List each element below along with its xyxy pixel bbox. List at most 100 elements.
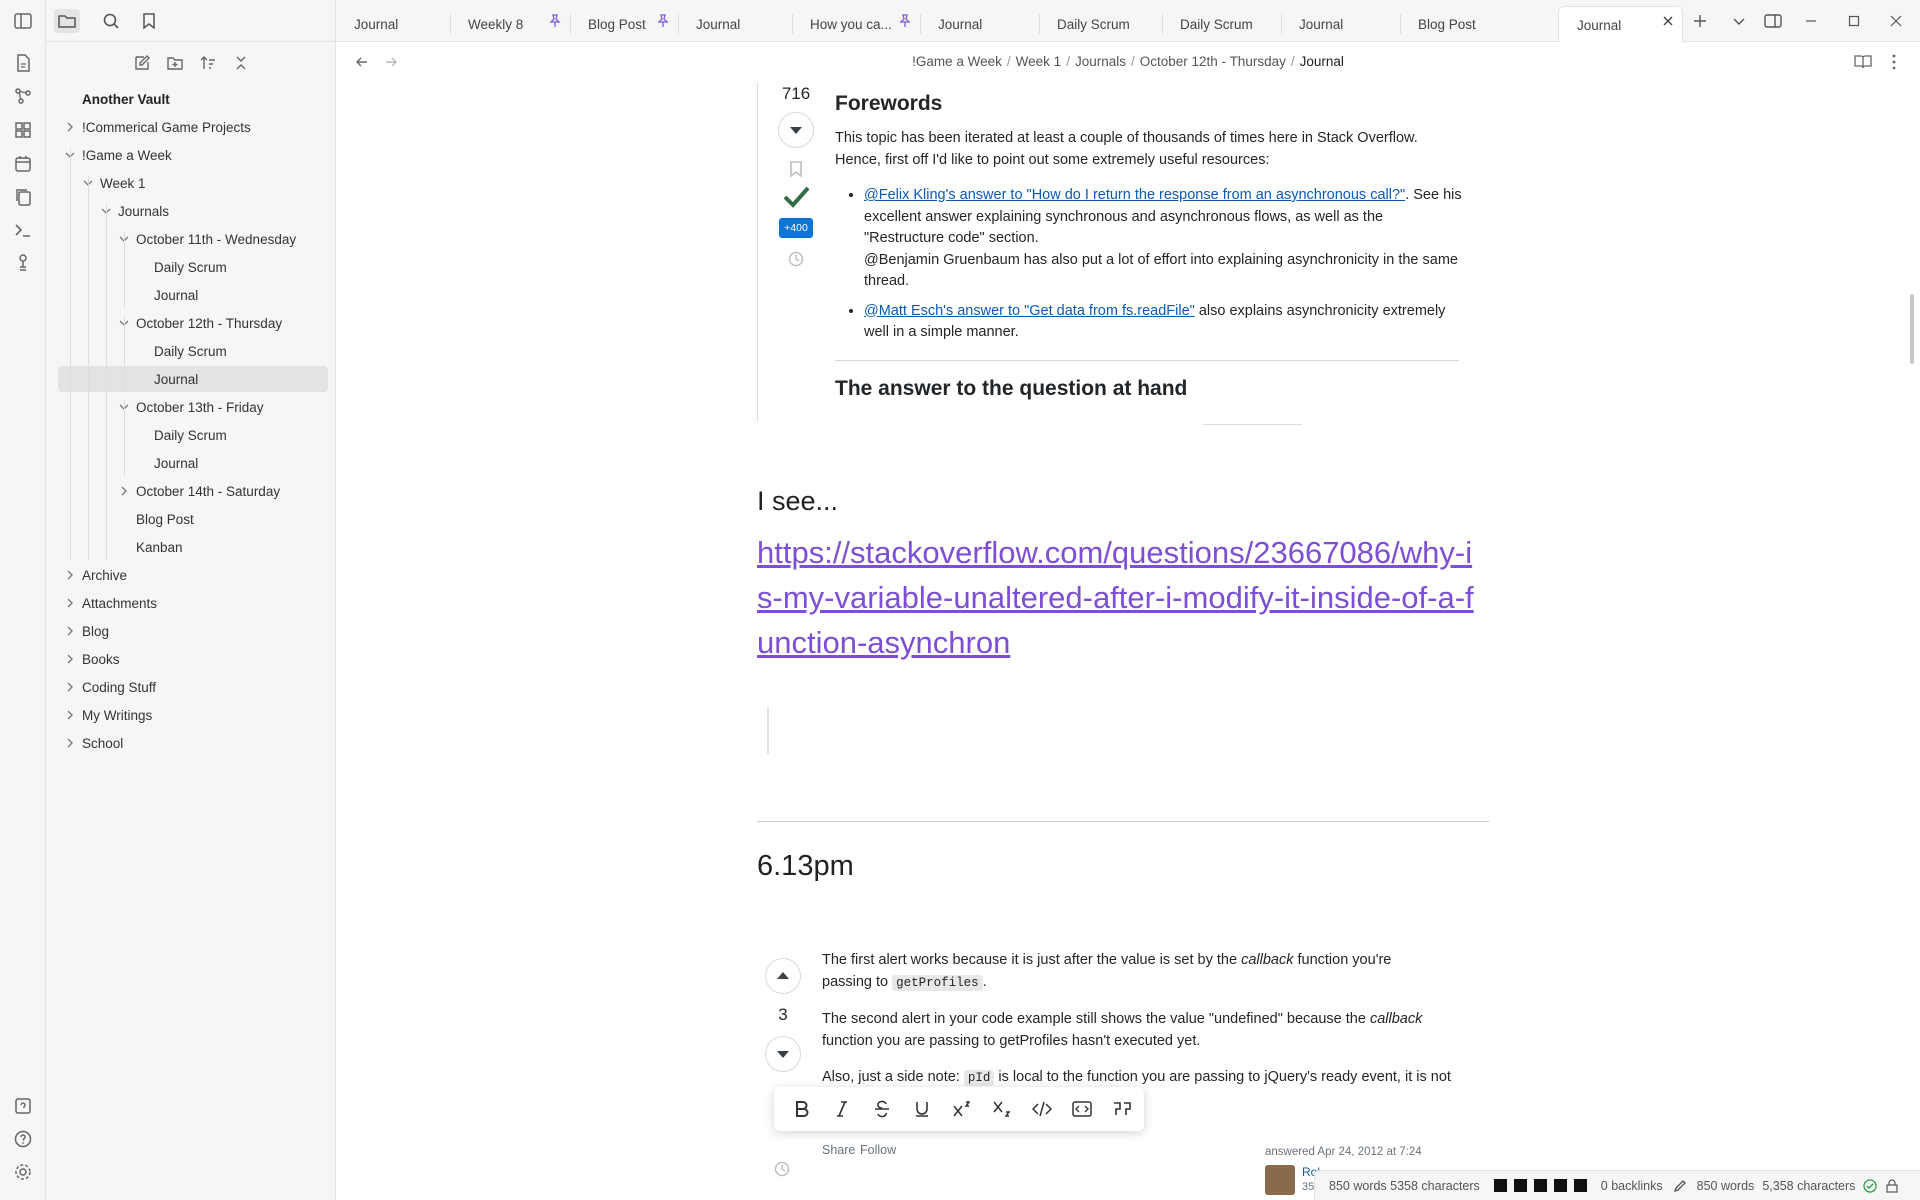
help-icon[interactable] bbox=[12, 1128, 34, 1150]
code-icon[interactable] bbox=[1022, 1091, 1062, 1127]
tree-item[interactable]: Daily Scrum bbox=[154, 422, 227, 448]
tree-item[interactable]: Books bbox=[82, 646, 120, 672]
tree-item[interactable]: Attachments bbox=[82, 590, 157, 616]
tab[interactable]: Blog Post bbox=[1400, 6, 1520, 42]
tree-item[interactable]: Daily Scrum bbox=[154, 338, 227, 364]
avatar[interactable] bbox=[1265, 1165, 1295, 1195]
terminal-icon[interactable] bbox=[12, 219, 34, 241]
calendar-icon[interactable] bbox=[12, 153, 34, 175]
chevron-right-icon[interactable] bbox=[64, 653, 76, 665]
collapse-all-icon[interactable] bbox=[229, 51, 253, 75]
pin-icon[interactable] bbox=[898, 14, 912, 28]
chevron-right-icon[interactable] bbox=[64, 709, 76, 721]
window-close-icon[interactable] bbox=[1886, 11, 1906, 31]
editor-content[interactable]: 716 +400 Forewords This topic has been i… bbox=[336, 82, 1920, 1200]
downvote-icon[interactable] bbox=[765, 1036, 801, 1072]
tree-item[interactable]: October 12th - Thursday bbox=[136, 310, 282, 336]
downvote-icon[interactable] bbox=[778, 112, 814, 148]
graph-icon[interactable] bbox=[12, 85, 34, 107]
lock-icon[interactable] bbox=[1885, 1178, 1899, 1193]
follow-link[interactable]: Follow bbox=[860, 1143, 896, 1157]
right-sidebar-toggle-icon[interactable] bbox=[1763, 11, 1783, 31]
sync-check-icon[interactable] bbox=[1863, 1178, 1878, 1193]
new-note-icon[interactable] bbox=[130, 51, 154, 75]
chevron-right-icon[interactable] bbox=[64, 625, 76, 637]
tree-item[interactable]: Archive bbox=[82, 562, 127, 588]
tree-item[interactable]: October 13th - Friday bbox=[136, 394, 264, 420]
vault-switch-icon[interactable] bbox=[12, 1095, 34, 1117]
pencil-icon[interactable] bbox=[1673, 1179, 1687, 1193]
stamp-icon[interactable] bbox=[12, 252, 34, 274]
bookmark-icon[interactable] bbox=[789, 160, 803, 178]
new-folder-icon[interactable] bbox=[163, 51, 187, 75]
history-icon[interactable] bbox=[773, 1160, 791, 1178]
tab[interactable]: Daily Scrum bbox=[1162, 6, 1281, 42]
sort-icon[interactable] bbox=[196, 51, 220, 75]
tree-item[interactable]: Journal bbox=[154, 282, 198, 308]
italic-icon[interactable] bbox=[822, 1091, 862, 1127]
tree-item[interactable]: Blog Post bbox=[136, 506, 194, 532]
breadcrumb-item[interactable]: Week 1 bbox=[1016, 54, 1062, 69]
tree-item[interactable]: Kanban bbox=[136, 534, 183, 560]
close-tab-icon[interactable] bbox=[1661, 14, 1675, 28]
tree-item[interactable]: Blog bbox=[82, 618, 109, 644]
folder-icon[interactable] bbox=[54, 9, 80, 33]
history-icon[interactable] bbox=[787, 250, 805, 268]
share-link[interactable]: Share bbox=[822, 1143, 855, 1157]
superscript-icon[interactable] bbox=[942, 1091, 982, 1127]
tree-item[interactable]: Coding Stuff bbox=[82, 674, 156, 700]
chevron-right-icon[interactable] bbox=[64, 737, 76, 749]
chevron-right-icon[interactable] bbox=[64, 681, 76, 693]
tree-item[interactable]: My Writings bbox=[82, 702, 152, 728]
tree-item[interactable]: October 11th - Wednesday bbox=[136, 226, 296, 252]
tree-item[interactable]: Journal bbox=[154, 450, 198, 476]
breadcrumb-item[interactable]: !Game a Week bbox=[912, 54, 1002, 69]
bookmark-icon[interactable] bbox=[136, 9, 162, 33]
reading-view-icon[interactable] bbox=[1853, 52, 1873, 72]
pin-icon[interactable] bbox=[548, 14, 562, 28]
scrollbar-thumb[interactable] bbox=[1910, 294, 1914, 364]
breadcrumb-item[interactable]: Journals bbox=[1075, 54, 1126, 69]
maximize-icon[interactable] bbox=[1844, 11, 1864, 31]
backlinks-count[interactable]: 0 backlinks bbox=[1601, 1179, 1663, 1193]
tab[interactable]: Journal bbox=[678, 6, 792, 42]
minimize-icon[interactable] bbox=[1801, 11, 1821, 31]
blockquote-icon[interactable] bbox=[1102, 1091, 1142, 1127]
strikethrough-icon[interactable] bbox=[862, 1091, 902, 1127]
tree-item[interactable]: !Game a Week bbox=[82, 142, 172, 168]
tab[interactable]: Journal bbox=[920, 6, 1039, 42]
chevron-right-icon[interactable] bbox=[64, 121, 76, 133]
copy-icon[interactable] bbox=[12, 186, 34, 208]
code-block-icon[interactable] bbox=[1062, 1091, 1102, 1127]
matt-esch-link[interactable]: @Matt Esch's answer to "Get data from fs… bbox=[864, 303, 1195, 319]
tab[interactable]: Journal bbox=[336, 6, 450, 42]
breadcrumb-item[interactable]: October 12th - Thursday bbox=[1140, 54, 1286, 69]
vault-name[interactable]: Another Vault bbox=[82, 86, 170, 112]
tree-item[interactable]: School bbox=[82, 730, 123, 756]
chevron-right-icon[interactable] bbox=[64, 569, 76, 581]
new-tab-icon[interactable] bbox=[1690, 11, 1710, 31]
tree-item[interactable]: Journal bbox=[58, 366, 328, 392]
tab-list-chevron-icon[interactable] bbox=[1729, 11, 1749, 31]
tab[interactable]: Journal bbox=[1281, 6, 1400, 42]
upvote-icon[interactable] bbox=[765, 958, 801, 994]
more-options-icon[interactable] bbox=[1884, 52, 1904, 72]
tab[interactable]: Daily Scrum bbox=[1039, 6, 1162, 42]
felix-kling-link[interactable]: @Felix Kling's answer to "How do I retur… bbox=[864, 187, 1405, 203]
search-icon[interactable] bbox=[98, 9, 124, 33]
bold-icon[interactable] bbox=[782, 1091, 822, 1127]
file-icon[interactable] bbox=[12, 52, 34, 74]
subscript-icon[interactable] bbox=[982, 1091, 1022, 1127]
chevron-right-icon[interactable] bbox=[64, 597, 76, 609]
tree-item[interactable]: October 14th - Saturday bbox=[136, 478, 280, 504]
settings-icon[interactable] bbox=[12, 1161, 34, 1183]
sidebar-toggle-icon[interactable] bbox=[12, 10, 34, 32]
canvas-icon[interactable] bbox=[12, 119, 34, 141]
pin-icon[interactable] bbox=[656, 14, 670, 28]
breadcrumb-item[interactable]: Journal bbox=[1300, 54, 1344, 69]
tree-item[interactable]: Week 1 bbox=[100, 170, 146, 196]
url-text[interactable]: https://stackoverflow.com/questions/2366… bbox=[757, 535, 1474, 660]
stackoverflow-url-link[interactable]: https://stackoverflow.com/questions/2366… bbox=[757, 530, 1487, 665]
tree-item[interactable]: !Commerical Game Projects bbox=[82, 114, 251, 140]
tree-item[interactable]: Daily Scrum bbox=[154, 254, 227, 280]
